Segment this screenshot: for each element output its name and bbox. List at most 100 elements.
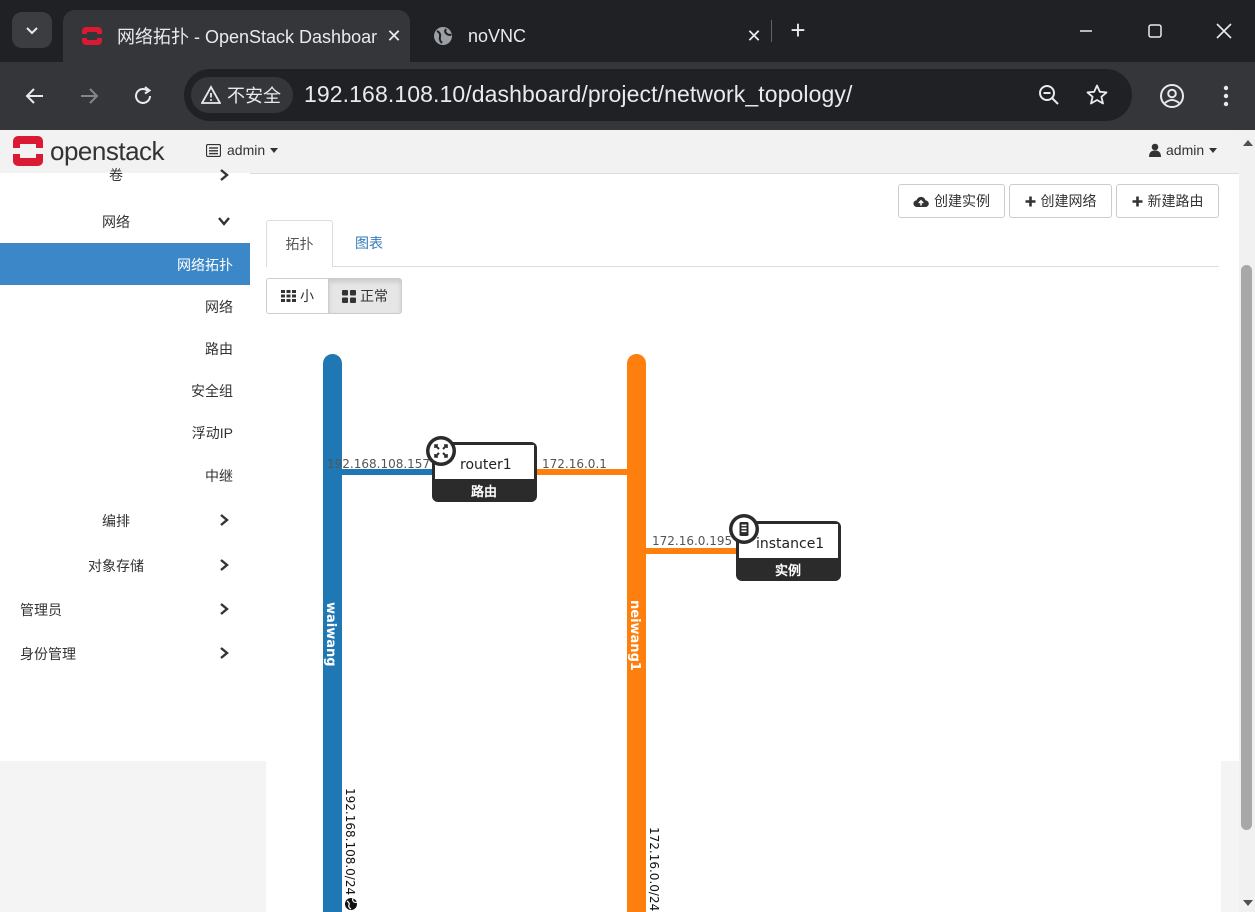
caret-down-icon bbox=[1209, 147, 1218, 153]
sidebar-item-object-store[interactable]: 对象存储 bbox=[0, 543, 250, 585]
create-network-button[interactable]: 创建网络 bbox=[1009, 184, 1112, 218]
globe-icon bbox=[434, 27, 452, 45]
maximize-button[interactable] bbox=[1132, 14, 1178, 48]
tab-close-icon[interactable]: ✕ bbox=[738, 26, 770, 47]
new-tab-button[interactable]: + bbox=[784, 14, 812, 46]
chevron-down-icon bbox=[26, 27, 38, 35]
minimize-button[interactable] bbox=[1063, 14, 1109, 48]
chevron-down-icon bbox=[218, 217, 230, 226]
browser-tab-novnc[interactable]: noVNC ✕ bbox=[420, 10, 770, 62]
tab-topology-label: 拓扑 bbox=[285, 236, 314, 252]
sidebar-item-admin[interactable]: 管理员 bbox=[0, 587, 250, 629]
network-cidr-label: 192.168.108.0/24 bbox=[343, 788, 357, 895]
router-type-label: 路由 bbox=[471, 484, 497, 500]
external-network-icon bbox=[345, 897, 358, 910]
sidebar-item-network-topology[interactable]: 网络拓扑 bbox=[0, 243, 250, 285]
project-selector[interactable]: admin bbox=[206, 142, 279, 158]
account-circle-icon bbox=[1160, 84, 1184, 108]
sidebar-item-security-groups[interactable]: 安全组 bbox=[0, 369, 250, 411]
network-cidr-label: 172.16.0.0/24 bbox=[647, 827, 661, 911]
scroll-down-arrow-icon[interactable] bbox=[1243, 900, 1253, 906]
chevron-right-icon bbox=[220, 559, 229, 571]
close-window-button[interactable] bbox=[1201, 14, 1247, 48]
grid-large-icon bbox=[342, 289, 356, 303]
port-ip-label: 172.16.0.1 bbox=[542, 457, 607, 471]
page-scrollbar-thumb[interactable] bbox=[1241, 265, 1252, 830]
sidebar-item-orchestration[interactable]: 编排 bbox=[0, 498, 250, 540]
network-name-label: neiwang1 bbox=[627, 600, 642, 671]
tab-search-button[interactable] bbox=[12, 12, 52, 48]
sidebar-item-label: 浮动IP bbox=[191, 425, 233, 441]
instance-node[interactable]: instance1 实例 bbox=[729, 514, 841, 581]
scroll-up-arrow-icon[interactable] bbox=[1243, 140, 1253, 146]
tab-topology[interactable]: 拓扑 bbox=[266, 220, 333, 267]
network-neiwang1[interactable]: neiwang1 172.16.0.0/24 bbox=[627, 354, 661, 912]
zoom-out-icon bbox=[1039, 85, 1059, 105]
port-ip-label: 172.16.0.195 bbox=[652, 534, 732, 548]
sidebar-item-network[interactable]: 网络 bbox=[0, 199, 250, 241]
tab-close-icon[interactable]: ✕ bbox=[378, 26, 410, 47]
tabs-divider bbox=[266, 266, 1219, 267]
sidebar-item-volumes[interactable]: 卷 bbox=[0, 165, 250, 187]
tab-graph-label: 图表 bbox=[355, 235, 383, 251]
star-icon bbox=[1086, 84, 1108, 105]
sidebar-item-label: 安全组 bbox=[191, 383, 233, 399]
plus-icon bbox=[1025, 196, 1035, 206]
sidebar-item-label: 路由 bbox=[205, 341, 233, 357]
sidebar-item-networks[interactable]: 网络 bbox=[0, 285, 250, 327]
small-view-button[interactable]: 小 bbox=[266, 278, 329, 314]
address-bar[interactable]: 不安全 192.168.108.10/dashboard/project/net… bbox=[184, 69, 1132, 121]
server-icon bbox=[729, 514, 759, 544]
openstack-logo[interactable]: openstack bbox=[12, 135, 165, 167]
chevron-right-icon bbox=[220, 514, 229, 526]
sidebar-item-trunks[interactable]: 中继 bbox=[0, 454, 250, 496]
sidebar-item-label: 网络拓扑 bbox=[177, 257, 233, 273]
arrow-right-icon bbox=[81, 88, 99, 104]
topology-canvas: waiwang 192.168.108.0/24 neiwang1 172.16… bbox=[323, 354, 841, 912]
sidebar-item-label: 网络 bbox=[205, 299, 233, 315]
bookmark-button[interactable] bbox=[1083, 81, 1111, 109]
maximize-icon bbox=[1148, 24, 1162, 38]
warning-icon bbox=[201, 85, 221, 104]
create-router-label: 新建路由 bbox=[1147, 193, 1204, 209]
sidebar-item-label: 中继 bbox=[205, 468, 233, 484]
router-node[interactable]: router1 路由 bbox=[426, 436, 537, 502]
reload-icon bbox=[135, 86, 152, 104]
sidebar-item-routers[interactable]: 路由 bbox=[0, 327, 250, 369]
sidebar-item-label: 管理员 bbox=[20, 602, 62, 618]
url-text[interactable]: 192.168.108.10/dashboard/project/network… bbox=[304, 81, 852, 108]
sidebar-item-label: 对象存储 bbox=[88, 558, 144, 574]
instance-type-label: 实例 bbox=[775, 563, 801, 579]
back-button[interactable] bbox=[18, 79, 52, 113]
browser-toolbar: 不安全 192.168.108.10/dashboard/project/net… bbox=[0, 62, 1255, 130]
openstack-logo-icon bbox=[13, 136, 43, 166]
forward-button[interactable] bbox=[72, 79, 106, 113]
reload-button[interactable] bbox=[126, 79, 160, 113]
create-router-button[interactable]: 新建路由 bbox=[1116, 184, 1219, 218]
caret-down-icon bbox=[270, 147, 279, 153]
user-menu[interactable]: admin bbox=[1149, 142, 1218, 158]
zoom-button[interactable] bbox=[1035, 81, 1063, 109]
more-vertical-icon bbox=[1223, 85, 1229, 107]
browser-tab-openstack[interactable]: 网络拓扑 - OpenStack Dashboard ✕ bbox=[63, 10, 410, 62]
security-chip[interactable]: 不安全 bbox=[191, 77, 293, 113]
openstack-favicon-icon bbox=[82, 27, 102, 45]
network-waiwang[interactable]: waiwang 192.168.108.0/24 bbox=[323, 354, 358, 912]
sidebar-item-floating-ips[interactable]: 浮动IP bbox=[0, 411, 250, 453]
browser-menu-button[interactable] bbox=[1209, 79, 1243, 113]
sidebar-item-identity[interactable]: 身份管理 bbox=[0, 631, 250, 673]
tab-graph[interactable]: 图表 bbox=[339, 220, 399, 266]
arrow-left-icon bbox=[25, 88, 43, 104]
tab-title: noVNC bbox=[468, 25, 527, 46]
launch-instance-label: 创建实例 bbox=[934, 193, 990, 209]
user-name: admin bbox=[1166, 142, 1205, 158]
profile-button[interactable] bbox=[1155, 79, 1189, 113]
sidebar-footer-area bbox=[0, 761, 266, 912]
normal-view-button[interactable]: 正常 bbox=[328, 278, 402, 314]
close-icon bbox=[1216, 23, 1232, 39]
chevron-right-icon bbox=[220, 647, 229, 659]
cloud-upload-icon bbox=[913, 196, 929, 207]
grid-small-icon bbox=[281, 290, 296, 302]
launch-instance-button[interactable]: 创建实例 bbox=[898, 184, 1005, 218]
user-icon bbox=[1149, 143, 1161, 157]
